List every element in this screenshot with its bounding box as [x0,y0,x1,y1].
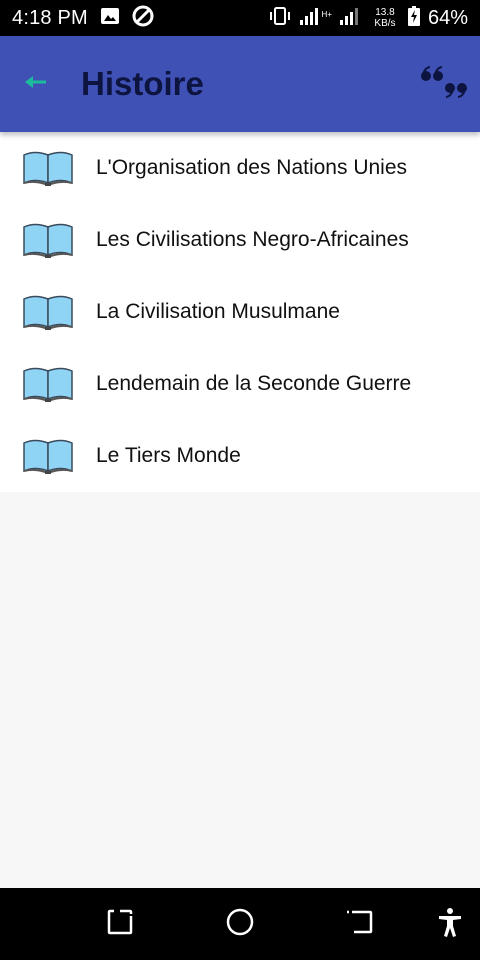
network-type-label: H+ [321,9,332,19]
empty-content-area [0,492,480,888]
network-speed-unit: KB/s [374,18,396,29]
vibrate-icon [268,6,292,30]
accessibility-button[interactable] [432,906,468,942]
battery-icon [407,5,420,31]
network-speed: 13.8 KB/s [370,7,400,29]
list-item-lendemain-seconde-guerre[interactable]: Lendemain de la Seconde Guerre [0,348,480,420]
status-time: 4:18 PM [12,6,88,29]
back-icon [346,908,374,941]
open-book-icon [22,292,74,332]
list-item-civilisations-negro-africaines[interactable]: Les Civilisations Negro-Africaines [0,204,480,276]
image-notification-icon [100,7,120,30]
open-book-icon [22,364,74,404]
list-item-tiers-monde[interactable]: Le Tiers Monde [0,420,480,492]
open-book-icon [22,436,74,476]
battery-percent: 64% [427,6,468,29]
notification-icons [100,5,154,32]
open-book-icon [22,220,74,260]
recents-button[interactable] [102,906,138,942]
recents-icon [106,908,134,941]
home-button[interactable] [222,906,258,942]
quote-icon [418,62,468,107]
app-bar: Histoire [0,36,480,132]
arrow-back-icon [24,74,48,95]
open-book-icon [22,148,74,188]
nav-back-button[interactable] [342,906,378,942]
list-item-label: Les Civilisations Negro-Africaines [96,228,409,251]
signal-icon [299,7,322,30]
topic-list: L'Organisation des Nations Unies Les Civ… [0,132,480,492]
page-title: Histoire [81,65,204,102]
network-speed-value: 13.8 [375,7,395,18]
data-saver-icon [132,5,154,32]
list-item-label: Le Tiers Monde [96,444,241,467]
home-icon [225,907,255,942]
status-bar: 4:18 PM H+ 13.8 KB/s 64% [0,0,480,36]
list-item-civilisation-musulmane[interactable]: La Civilisation Musulmane [0,276,480,348]
back-button[interactable] [18,66,54,102]
list-item-onu[interactable]: L'Organisation des Nations Unies [0,132,480,204]
list-item-label: L'Organisation des Nations Unies [96,156,408,179]
signal-icon-2 [339,7,362,30]
list-item-label: La Civilisation Musulmane [96,300,340,323]
system-nav-bar [0,888,480,960]
quote-button[interactable] [418,59,468,109]
accessibility-icon [437,907,463,942]
list-item-label: Lendemain de la Seconde Guerre [96,372,412,395]
status-right: H+ 13.8 KB/s 64% [268,5,468,31]
